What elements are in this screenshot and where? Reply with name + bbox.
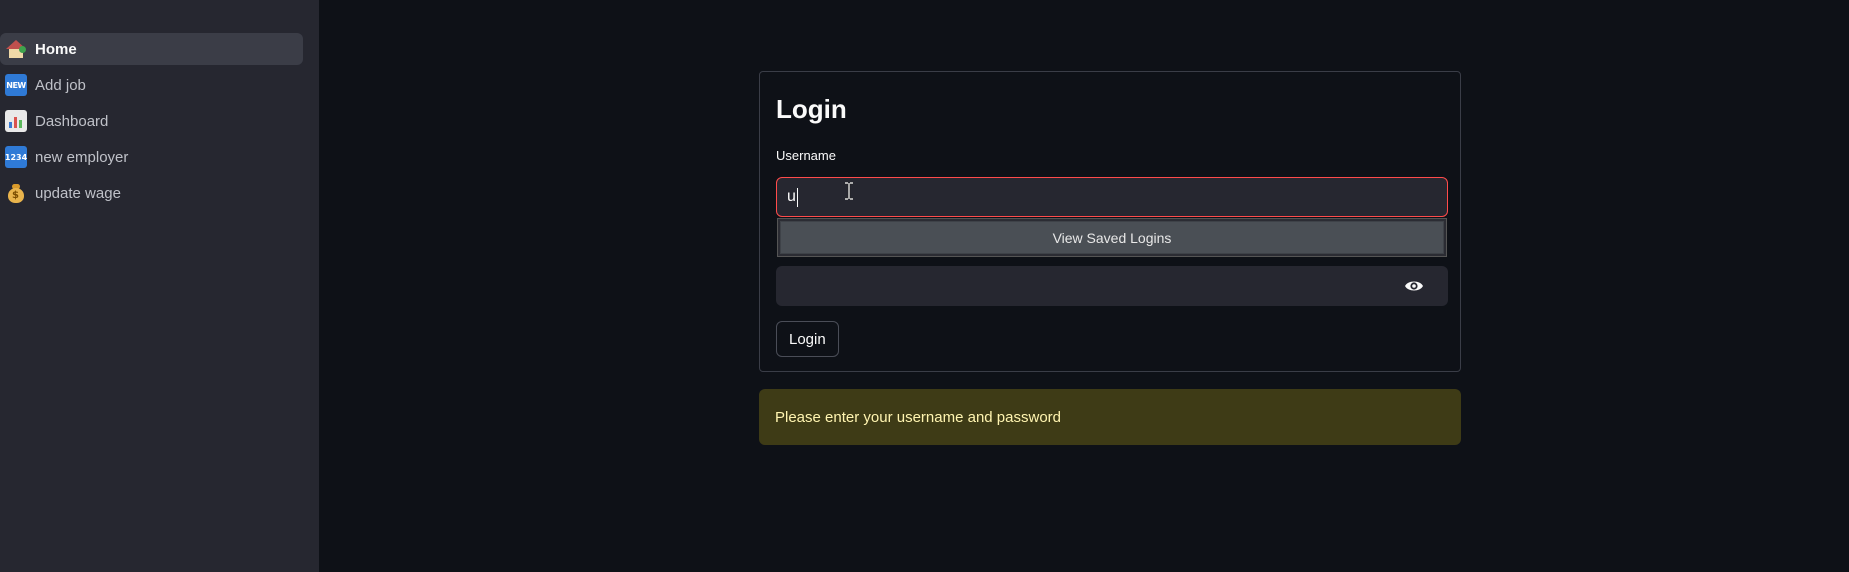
sidebar: Home NEW Add job Dashboard 1234 new empl… [0,0,319,572]
text-caret [796,187,798,207]
view-saved-logins-button[interactable]: View Saved Logins [780,221,1444,254]
bar-chart-icon [5,110,27,132]
sidebar-item-label: Dashboard [35,112,109,130]
sidebar-item-label: Home [35,40,77,58]
form-title: Login [776,94,847,124]
username-label: Username [776,148,836,163]
sidebar-item-add-job[interactable]: NEW Add job [0,69,303,101]
warning-message: Please enter your username and password [775,408,1061,426]
username-input[interactable]: u [776,177,1448,217]
new-button-icon: NEW [5,74,27,96]
money-bag-icon: $ [5,182,27,204]
sidebar-item-dashboard[interactable]: Dashboard [0,105,303,137]
i-beam-cursor-icon [845,182,853,200]
login-button[interactable]: Login [776,321,839,357]
sidebar-item-label: new employer [35,148,129,166]
sidebar-item-home[interactable]: Home [0,33,303,65]
eye-icon[interactable] [1404,278,1424,294]
app-root: Home NEW Add job Dashboard 1234 new empl… [0,0,1849,572]
sidebar-item-label: Add job [35,76,86,94]
house-with-garden-icon [5,38,27,60]
sidebar-item-label: update wage [35,184,121,202]
login-form: Login Username u View Saved Logins Login [759,71,1461,372]
password-input[interactable] [776,266,1448,306]
warning-alert: Please enter your username and password [759,389,1461,445]
input-numbers-icon: 1234 [5,146,27,168]
autofill-popup: View Saved Logins [777,218,1447,257]
username-value: u [787,188,796,205]
sidebar-item-update-wage[interactable]: $ update wage [0,177,303,209]
sidebar-item-new-employer[interactable]: 1234 new employer [0,141,303,173]
